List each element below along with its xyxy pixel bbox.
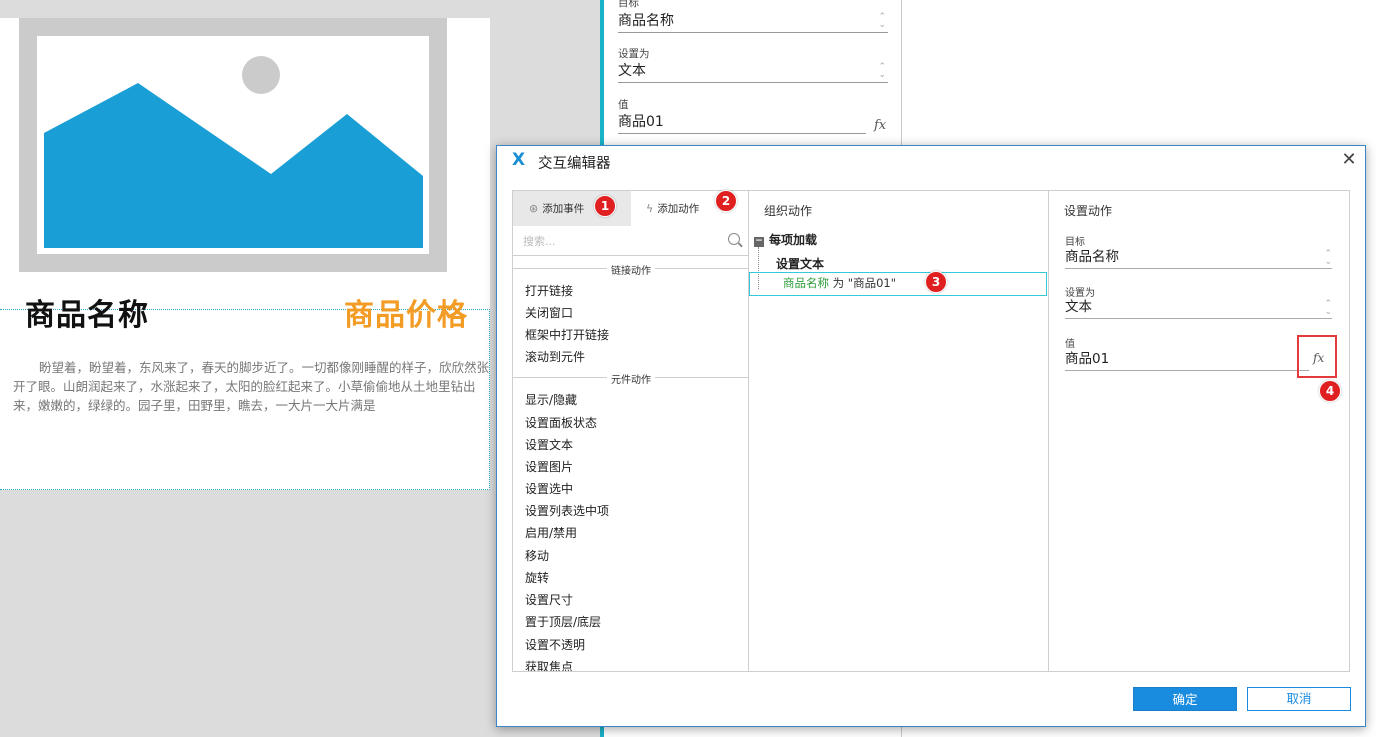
step-badge-3: 3 — [925, 271, 947, 293]
tab-add-action-label: 添加动作 — [657, 203, 700, 215]
target-select[interactable]: 商品名称 ⌃ ⌄ — [1065, 247, 1332, 269]
dialog-titlebar: X 交互编辑器 ✕ — [497, 146, 1365, 176]
step-badge-4: 4 — [1319, 380, 1341, 402]
section-header-widget-actions: 元件动作 — [513, 371, 748, 386]
action-open-link-in-frame[interactable]: 框架中打开链接 — [525, 326, 609, 343]
target-label: 目标 — [1065, 237, 1085, 248]
search-icon[interactable] — [728, 233, 740, 245]
tree-event-label: 每项加载 — [769, 233, 818, 247]
highlight-box — [1297, 335, 1337, 378]
detail-target: 商品名称 — [783, 276, 829, 290]
interaction-editor-dialog: X 交互编辑器 ✕ ⊛添加事件 ϟ添加动作 链接动作 打开链接 — [496, 145, 1366, 727]
ok-button[interactable]: 确定 — [1133, 687, 1237, 711]
action-set-image[interactable]: 设置图片 — [525, 458, 573, 475]
section-header-link-actions: 链接动作 — [513, 262, 748, 277]
action-open-link[interactable]: 打开链接 — [525, 282, 573, 299]
action-bring-front-back[interactable]: 置于顶层/底层 — [525, 613, 601, 630]
organize-actions-column: 组织动作 − 每项加载 设置文本 商品名称 为 "商品01" — [749, 191, 1049, 671]
bg-value-input[interactable]: 商品01 — [618, 112, 866, 134]
action-set-size[interactable]: 设置尺寸 — [525, 591, 573, 608]
configure-action-header: 设置动作 — [1064, 204, 1113, 218]
action-focus[interactable]: 获取焦点 — [525, 658, 573, 671]
product-price-text[interactable]: 商品价格 — [344, 290, 468, 334]
set-as-value: 文本 — [1065, 299, 1092, 315]
product-name-text[interactable]: 商品名称 — [25, 290, 149, 334]
bg-target-select[interactable]: 商品名称 ⌃ ⌄ — [618, 11, 888, 33]
action-set-text[interactable]: 设置文本 — [525, 436, 573, 453]
configure-action-column: 设置动作 目标 商品名称 ⌃ ⌄ 设置为 文本 ⌃ ⌄ 值 商品01 fx — [1049, 191, 1349, 671]
collapse-icon[interactable]: − — [754, 237, 764, 247]
tree-action-set-text[interactable]: 设置文本 — [776, 255, 824, 272]
tree-event-on-item-load[interactable]: − 每项加载 — [754, 231, 817, 248]
bg-target-label: 目标 — [618, 0, 639, 9]
axure-logo-icon: X — [512, 150, 526, 170]
bg-set-as-select[interactable]: 文本 ⌃ ⌄ — [618, 61, 888, 83]
image-placeholder-icon — [37, 36, 429, 254]
bg-value-label: 值 — [618, 99, 629, 111]
set-as-select[interactable]: 文本 ⌃ ⌄ — [1065, 297, 1332, 319]
search-input[interactable] — [523, 231, 723, 251]
step-badge-1: 1 — [594, 195, 616, 217]
product-description: 盼望着，盼望着，东风来了，春天的脚步近了。一切都像刚睡醒的样子，欣欣然张开了眼。… — [13, 360, 489, 413]
detail-rest: 为 "商品01" — [829, 276, 897, 290]
tab-bar: ⊛ 添加事件 ϟ 添加动作 — [513, 191, 748, 226]
action-set-panel-state[interactable]: 设置面板状态 — [525, 414, 597, 431]
section-header-label: 链接动作 — [513, 262, 748, 277]
action-move[interactable]: 移动 — [525, 547, 549, 564]
section-header-label: 元件动作 — [513, 371, 748, 386]
value-label: 值 — [1065, 339, 1075, 350]
action-rotate[interactable]: 旋转 — [525, 569, 549, 586]
dialog-title: 交互编辑器 — [538, 156, 611, 172]
organize-actions-header: 组织动作 — [764, 204, 813, 218]
updown-arrows-icon: ⌃ ⌄ — [1324, 299, 1332, 317]
updown-arrows-icon: ⌃ ⌄ — [1324, 249, 1332, 267]
cancel-button[interactable]: 取消 — [1247, 687, 1351, 711]
tree-action-detail[interactable]: 商品名称 为 "商品01" — [749, 272, 1047, 296]
target-value: 商品名称 — [1065, 249, 1119, 265]
lightning-icon: ϟ — [646, 202, 654, 215]
dialog-body: ⊛添加事件 ϟ添加动作 链接动作 打开链接 关闭窗口 框架中打开链接 滚动到元件… — [512, 190, 1350, 672]
cursor-click-icon: ⊛ — [529, 202, 539, 215]
action-show-hide[interactable]: 显示/隐藏 — [525, 391, 577, 408]
action-close-window[interactable]: 关闭窗口 — [525, 304, 573, 321]
bg-set-as-value: 文本 — [618, 63, 646, 79]
fx-icon[interactable]: fx — [874, 118, 886, 133]
action-set-list-selected[interactable]: 设置列表选中项 — [525, 502, 609, 519]
bg-value-text: 商品01 — [618, 114, 664, 130]
action-library-column: ⊛添加事件 ϟ添加动作 链接动作 打开链接 关闭窗口 框架中打开链接 滚动到元件… — [513, 191, 749, 671]
value-text: 商品01 — [1065, 351, 1110, 367]
search-row — [513, 226, 748, 256]
action-enable-disable[interactable]: 启用/禁用 — [525, 524, 577, 541]
action-set-selected[interactable]: 设置选中 — [525, 480, 573, 497]
step-badge-2: 2 — [715, 190, 737, 212]
action-set-opacity[interactable]: 设置不透明 — [525, 636, 585, 653]
tab-add-event-label: 添加事件 — [542, 203, 585, 215]
bg-set-as-label: 设置为 — [618, 48, 650, 60]
updown-arrows-icon: ⌃ ⌄ — [878, 12, 886, 30]
section-header-text: 元件动作 — [607, 375, 655, 386]
action-scroll-to-widget[interactable]: 滚动到元件 — [525, 348, 585, 365]
bg-target-value: 商品名称 — [618, 13, 674, 29]
section-header-text: 链接动作 — [607, 266, 655, 277]
value-input[interactable]: 商品01 — [1065, 349, 1309, 371]
updown-arrows-icon: ⌃ ⌄ — [878, 62, 886, 80]
close-icon[interactable]: ✕ — [1338, 149, 1360, 171]
